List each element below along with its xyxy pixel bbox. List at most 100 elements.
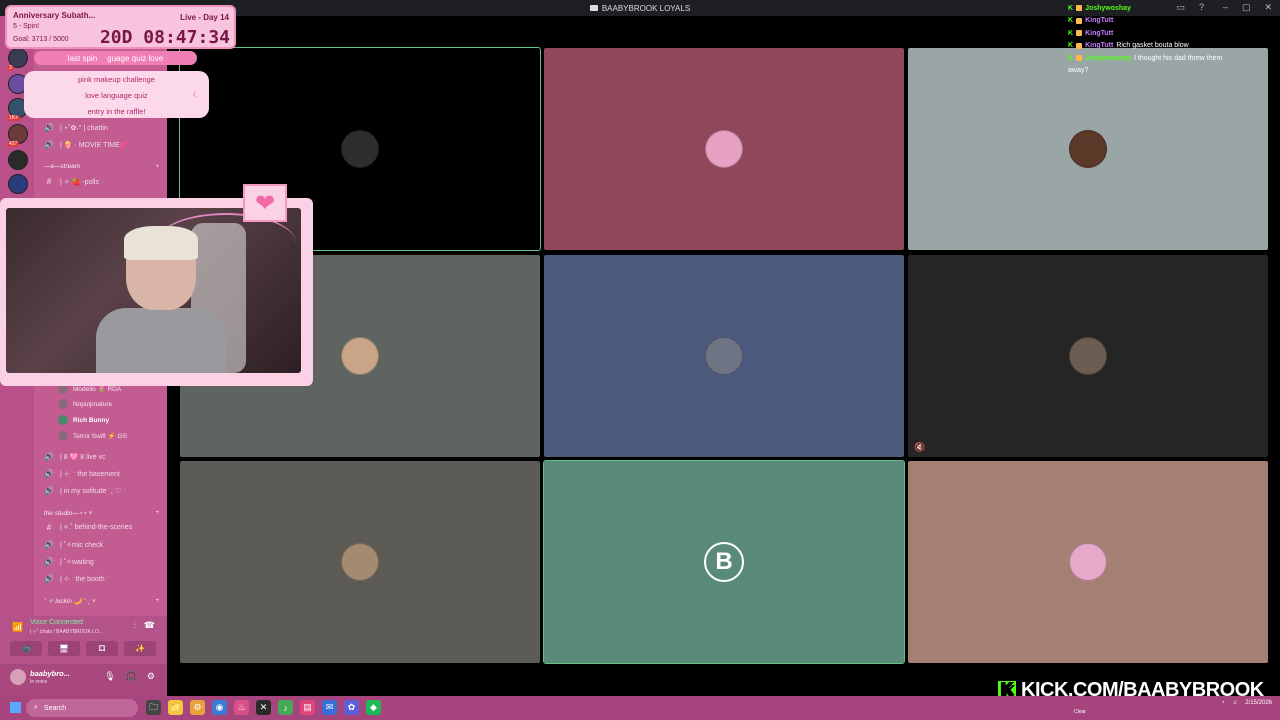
channel-label: | in my solitude ʾ,ʾ♡ ˑ — [60, 487, 126, 495]
voice-channel[interactable]: 🔊 | ˚✧mic check — [44, 540, 103, 549]
chat-message: K Joshywoshay I thought his dad threw them — [1068, 52, 1264, 65]
participant-tile[interactable]: B — [543, 460, 905, 664]
participant-tile[interactable] — [544, 255, 904, 457]
channel-label: | 🍿 · MOVIE TIME💕 — [60, 141, 129, 149]
add-channel-icon[interactable]: + — [155, 509, 159, 517]
chat-message: K KingTutt — [1068, 15, 1264, 28]
screen-share-button[interactable]: 🖥 — [48, 641, 80, 656]
avatar — [58, 415, 68, 425]
voice-channel[interactable]: 🔊 | 🍿 · MOVIE TIME💕 — [44, 140, 129, 149]
task-view-icon[interactable]: 🗀 — [146, 700, 161, 715]
server-icon[interactable] — [8, 174, 28, 194]
voice-channel[interactable]: 🔊 | ˚✧waiting — [44, 557, 94, 566]
tiktok-icon[interactable]: ▤ — [300, 700, 315, 715]
discord-logo-icon — [589, 5, 598, 11]
signal-icon[interactable]: 📶 — [12, 622, 23, 633]
speaker-icon: 🔊 — [44, 486, 54, 495]
category-lockin[interactable]: ˚ ✧ lockin 🌙 ˚·˳ ˅ + — [44, 597, 159, 605]
close-icon[interactable]: ✕ — [1264, 2, 1272, 13]
settings-gear-icon[interactable]: ⚙ — [147, 671, 155, 682]
text-channel[interactable]: # | ⟡.˚ behind-the-scenes — [44, 523, 132, 532]
chat-username: Joshywoshay — [1085, 54, 1131, 62]
windows-start-icon[interactable] — [10, 702, 21, 713]
window-title-group: BAABYBROOK LOYALS — [589, 3, 691, 13]
steam-icon[interactable]: ✕ — [256, 700, 271, 715]
noise-suppression-icon[interactable]: ⫶ — [134, 620, 136, 631]
goal-title: Anniversary Subath... — [13, 11, 96, 20]
heart-icon: ❤ — [243, 184, 287, 222]
channel-label: | ⊹ ˑ the booth ˑ — [60, 575, 109, 583]
webcam-feed — [6, 208, 301, 373]
category-label: ˚ ✧ lockin 🌙 ˚·˳ ˅ — [44, 598, 96, 605]
add-channel-icon[interactable]: + — [155, 597, 159, 605]
channel-label: | ⟡.˚ behind-the-scenes — [60, 523, 133, 531]
search-icon: ⌕ — [34, 704, 38, 711]
discord-icon[interactable]: ✉ — [322, 700, 337, 715]
voice-member[interactable]: Rich Bunny — [58, 415, 109, 425]
avatar — [705, 337, 743, 375]
window-title: BAABYBROOK LOYALS — [601, 3, 691, 13]
system-tray: ◔ ♫ 2/15/2026 — [1221, 700, 1272, 706]
participant-tile[interactable] — [908, 461, 1268, 663]
chat-text: Rich gasket bouta blow — [1116, 42, 1189, 50]
obs-icon[interactable]: ◉ — [212, 700, 227, 715]
muted-icon: 🔇 — [914, 442, 926, 452]
voice-channel[interactable]: 🔊 | ⋆˚✿˖° | chattin — [44, 123, 108, 132]
server-icon[interactable]: 3 — [7, 48, 28, 71]
avatar — [1069, 337, 1107, 375]
kick-badge-icon: K — [1068, 54, 1074, 62]
participant-tile[interactable]: 🔇 — [908, 255, 1268, 457]
clock-date[interactable]: 2/15/2026 — [1245, 700, 1272, 706]
server-badge: 3 — [7, 65, 14, 71]
camera-button[interactable]: 📹 — [10, 641, 42, 656]
xbox-icon[interactable]: ♪ — [278, 700, 293, 715]
pink-app-icon[interactable]: ♨ — [234, 700, 249, 715]
chat-text: I thought his dad threw them — [1133, 54, 1223, 62]
voice-channel[interactable]: 🔊 | in my solitude ʾ,ʾ♡ ˑ — [44, 486, 125, 495]
streamer-hair — [124, 226, 198, 260]
wifi-icon[interactable]: ◔ — [1221, 700, 1225, 706]
server-icon[interactable]: 427 — [7, 124, 28, 147]
microphone-icon[interactable]: 🎙 — [104, 671, 115, 682]
participant-tile[interactable] — [908, 48, 1268, 250]
activities-icon: ⚃ — [98, 644, 106, 653]
activities-button[interactable]: ⚃ — [86, 641, 118, 656]
headphones-icon[interactable]: 🎧 — [126, 671, 137, 682]
kick-badge-icon: K — [1068, 4, 1074, 12]
taskbar-apps: 🗀 📁 ⚙ ◉ ♨ ✕ ♪ ▤ ✉ ✿ ◆ — [146, 700, 381, 715]
chat-text: away? — [1068, 67, 1089, 75]
category-studio[interactable]: the studio—⋆⋆ ˅ + — [44, 509, 159, 517]
voice-channel[interactable]: 🔊 | 8 🩷 8 live vc — [44, 452, 106, 461]
voice-member[interactable]: Nopulpnature — [58, 399, 112, 409]
server-icon[interactable] — [8, 150, 28, 170]
goal-card: Anniversary Subath... 5 - Spin! Goal: 37… — [5, 5, 236, 49]
voice-status-channel[interactable]: | ⊹˚ chats / BAABYBROOK LO... — [30, 629, 103, 635]
participant-tile[interactable] — [180, 461, 540, 663]
username[interactable]: baabybro... — [30, 669, 70, 678]
add-channel-icon[interactable]: + — [155, 163, 159, 170]
search-placeholder: Search — [43, 704, 67, 712]
voice-channel[interactable]: 🔊 | ⊹ ˑ the booth ˑ — [44, 574, 109, 583]
subscriber-badge-icon — [1076, 55, 1083, 62]
clear-label: Clear — [1074, 709, 1086, 715]
soundboard-button[interactable]: ✨ — [124, 641, 156, 656]
disconnect-icon[interactable]: ☎ — [144, 620, 155, 631]
avatar[interactable] — [10, 669, 26, 685]
subscriber-badge-icon — [1076, 42, 1083, 49]
text-channel[interactable]: # | ✧ 🍓 -polls — [44, 177, 99, 186]
voice-channel[interactable]: 🔊 | ⊹ ִ ˑ the basement — [44, 469, 120, 478]
folder-icon[interactable]: ⚙ — [190, 700, 205, 715]
spotify-icon[interactable]: ◆ — [366, 700, 381, 715]
category-stream[interactable]: —ɞ—stream + — [44, 163, 159, 170]
user-bar: baabybro... In voice 🎙 🎧 ⚙ — [0, 664, 167, 696]
voice-member[interactable]: Terror Swift ⚡ GS — [58, 431, 127, 441]
file-explorer-icon[interactable]: 📁 — [168, 700, 183, 715]
email-icon[interactable]: ✿ — [344, 700, 359, 715]
taskbar-search[interactable]: ⌕ Search — [26, 699, 138, 717]
volume-icon[interactable]: ♫ — [1233, 700, 1238, 706]
member-name: Rich Bunny — [73, 416, 110, 424]
speaker-icon: 🔊 — [44, 140, 54, 149]
participant-tile[interactable] — [544, 48, 904, 250]
goal-progress: Goal: 3713 / 5000 — [13, 36, 69, 43]
avatar — [1069, 543, 1107, 581]
